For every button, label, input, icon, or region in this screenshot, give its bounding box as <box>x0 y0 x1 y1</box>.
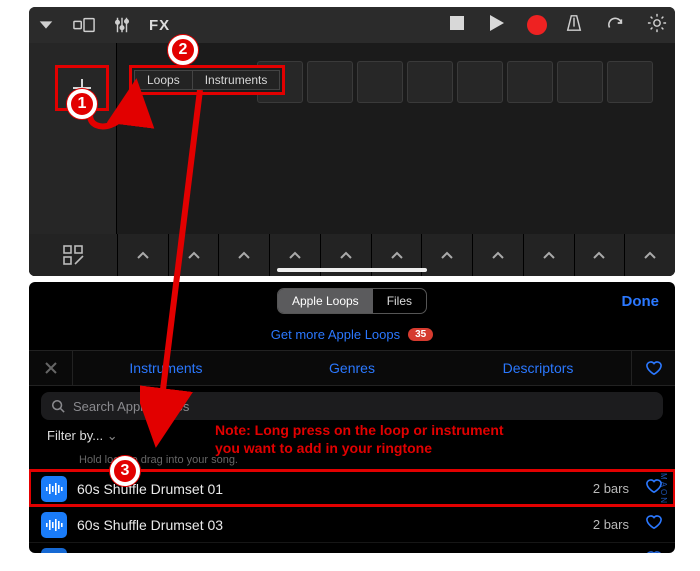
waveform-icon <box>41 512 67 538</box>
scene-trigger[interactable] <box>117 234 168 276</box>
transport-controls <box>449 14 547 37</box>
category-row: Instruments Genres Descriptors <box>29 350 675 386</box>
loop-name: 60s Shuffle Drumset 01 <box>77 481 583 497</box>
home-indicator <box>277 268 427 272</box>
get-more-badge: 35 <box>408 328 433 341</box>
cat-genres[interactable]: Genres <box>259 360 445 376</box>
loop-item[interactable]: 60s Shuffle Drumset 03 2 bars <box>29 506 675 542</box>
region-cell[interactable] <box>407 61 453 103</box>
callout-1: 1 <box>67 89 97 119</box>
favorites-filter-icon[interactable] <box>631 350 675 386</box>
cat-descriptors[interactable]: Descriptors <box>445 360 631 376</box>
loop-browser-icon[interactable] <box>605 14 625 37</box>
search-input[interactable]: Search Apple Loops <box>41 392 663 420</box>
tab-files[interactable]: Files <box>373 289 426 313</box>
scene-trigger[interactable] <box>574 234 625 276</box>
waveform-icon <box>41 548 67 554</box>
tracks-panel: FX <box>29 7 675 276</box>
scene-trigger[interactable] <box>168 234 219 276</box>
tab-instruments[interactable]: Instruments <box>193 70 281 90</box>
loop-bars: 2 bars <box>593 481 629 496</box>
metronome-icon[interactable] <box>565 14 583 37</box>
loop-bars: 2 bars <box>593 517 629 532</box>
settings-gear-icon[interactable] <box>647 13 667 38</box>
loop-browser-panel: Apple Loops Files Done Get more Apple Lo… <box>29 282 675 553</box>
play-icon[interactable] <box>487 14 505 37</box>
scene-trigger[interactable] <box>624 234 675 276</box>
record-icon[interactable] <box>527 15 547 35</box>
loop-name: 60s Shuffle Drumset 06 <box>77 553 583 554</box>
region-cell[interactable] <box>457 61 503 103</box>
top-toolbar: FX <box>29 7 675 43</box>
tab-apple-loops[interactable]: Apple Loops <box>278 289 373 313</box>
browser-header: Apple Loops Files Done <box>29 282 675 320</box>
region-cell[interactable] <box>607 61 653 103</box>
scene-trigger[interactable] <box>218 234 269 276</box>
nav-down-icon[interactable] <box>37 7 55 43</box>
clear-filters-icon[interactable] <box>29 350 73 386</box>
callout-2: 2 <box>168 35 198 65</box>
done-button[interactable]: Done <box>622 282 660 320</box>
region-cell[interactable] <box>557 61 603 103</box>
grid-pad-icon[interactable] <box>29 234 117 276</box>
callout-3: 3 <box>110 456 140 486</box>
region-cell[interactable] <box>507 61 553 103</box>
browser-source-tabs: Apple Loops Files <box>277 288 427 314</box>
region-cell[interactable] <box>307 61 353 103</box>
scene-trigger[interactable] <box>523 234 574 276</box>
cat-instruments[interactable]: Instruments <box>73 360 259 376</box>
scene-trigger[interactable] <box>421 234 472 276</box>
loop-item[interactable]: 60s Shuffle Drumset 06 2 bars <box>29 542 675 553</box>
search-placeholder: Search Apple Loops <box>73 399 189 414</box>
favorite-heart-icon[interactable] <box>645 514 663 535</box>
watermark: MAON <box>659 473 668 505</box>
view-tracks-icon[interactable] <box>73 7 95 43</box>
track-source-tabs: Loops Instruments <box>129 65 285 95</box>
track-area: Loops Instruments <box>29 43 675 276</box>
get-more-label: Get more Apple Loops <box>271 327 400 342</box>
filter-by-button[interactable]: Filter by... ⌄ <box>47 428 118 444</box>
mixer-sliders-icon[interactable] <box>113 7 131 43</box>
search-icon <box>51 399 65 413</box>
loop-name: 60s Shuffle Drumset 03 <box>77 517 583 533</box>
region-cell[interactable] <box>357 61 403 103</box>
tab-loops[interactable]: Loops <box>134 70 193 90</box>
get-more-loops-link[interactable]: Get more Apple Loops 35 <box>29 322 675 346</box>
fx-button[interactable]: FX <box>149 7 170 43</box>
favorite-heart-icon[interactable] <box>645 550 663 553</box>
stop-icon[interactable] <box>449 15 465 36</box>
waveform-icon <box>41 476 67 502</box>
scene-trigger[interactable] <box>472 234 523 276</box>
annotation-note: Note: Long press on the loop or instrume… <box>215 422 504 457</box>
